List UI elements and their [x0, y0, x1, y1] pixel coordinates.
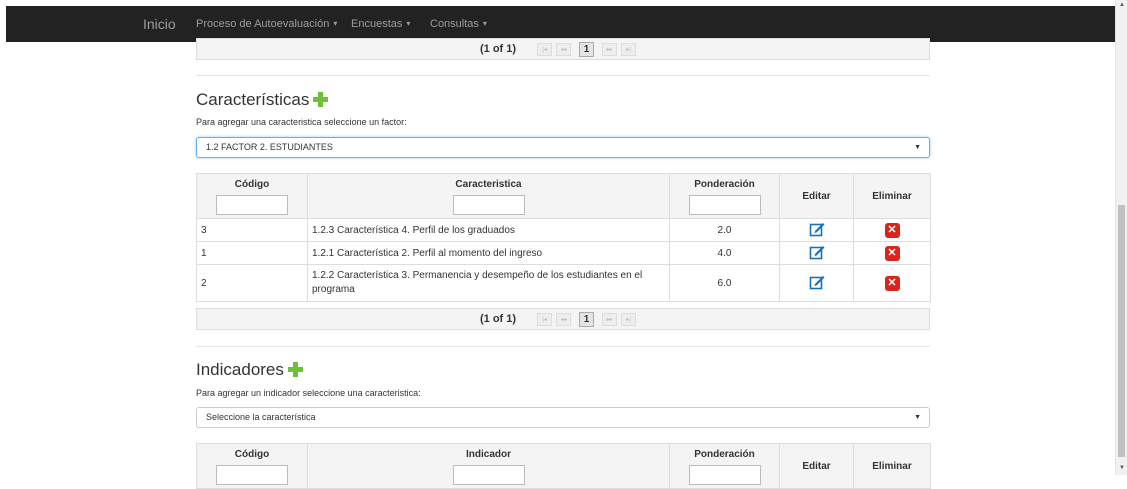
menu-label: Encuestas — [351, 18, 403, 30]
column-header-codigo: Código — [196, 173, 308, 219]
menu-consultas[interactable]: Consultas ▾ — [430, 6, 487, 42]
menu-encuestas[interactable]: Encuestas ▾ — [351, 6, 410, 42]
header-label: Ponderación — [694, 449, 755, 460]
column-header-indicador: Indicador — [307, 443, 670, 489]
header-label: Caracteristica — [455, 179, 522, 190]
last-page-icon[interactable]: ▸| — [621, 312, 637, 326]
dropdown-arrow-icon: ▼ — [914, 144, 921, 151]
edit-icon[interactable] — [809, 274, 825, 290]
section-title-text: Características — [196, 90, 310, 109]
scroll-up-icon[interactable]: ▲ — [1119, 2, 1125, 8]
header-label: Código — [234, 179, 270, 190]
next-page-icon[interactable]: ▸▸ — [602, 312, 618, 326]
table-header-row: Código Caracteristica Ponderación Editar… — [196, 173, 931, 219]
first-page-icon[interactable]: |◂ — [537, 312, 553, 326]
caret-down-icon: ▾ — [482, 19, 487, 29]
caracteristica-select[interactable]: Seleccione la característica ▼ — [196, 407, 930, 428]
cell-editar — [779, 218, 854, 242]
add-indicador-plus-icon[interactable] — [287, 362, 303, 377]
indicador-filter-input[interactable] — [452, 465, 525, 485]
cell-ponderacion: 4.0 — [669, 241, 780, 265]
column-header-editar: Editar — [779, 173, 854, 219]
delete-icon[interactable]: ✕ — [884, 222, 900, 238]
cell-ponderacion: 6.0 — [669, 264, 780, 302]
navbar: Inicio Proceso de Autoevaluación ▾ Encues… — [6, 6, 1115, 42]
section-divider — [196, 346, 930, 347]
cell-codigo: 1 — [196, 241, 308, 265]
page-number-button[interactable]: 1 — [579, 41, 595, 57]
cell-editar — [779, 241, 854, 265]
caret-down-icon: ▾ — [406, 19, 411, 29]
indicadores-heading: Indicadores — [196, 360, 303, 380]
delete-icon[interactable]: ✕ — [884, 275, 900, 291]
dropdown-arrow-icon: ▼ — [914, 414, 921, 421]
menu-label: Consultas — [430, 18, 479, 30]
paginator-status: (1 of 1) — [480, 43, 517, 55]
cell-eliminar: ✕ — [853, 264, 931, 302]
caracteristicas-hint: Para agregar una caracteristica seleccio… — [196, 117, 407, 127]
paginator-status: (1 of 1) — [480, 313, 517, 325]
caracteristicas-table: Código Caracteristica Ponderación Editar… — [196, 173, 931, 302]
ponderacion-filter-input[interactable] — [688, 465, 761, 485]
nav-brand-inicio[interactable]: Inicio — [143, 6, 176, 42]
column-header-editar: Editar — [779, 443, 854, 489]
delete-icon[interactable]: ✕ — [884, 245, 900, 261]
header-label: Ponderación — [694, 179, 755, 190]
table-row[interactable]: 3 1.2.3 Característica 4. Perfil de los … — [196, 218, 931, 242]
cell-eliminar: ✕ — [853, 218, 931, 242]
page-scrollbar[interactable]: ▲ ▼ — [1115, 0, 1127, 475]
table-row[interactable]: 1 1.2.1 Característica 2. Perfil al mome… — [196, 241, 931, 265]
codigo-filter-input[interactable] — [216, 195, 288, 215]
menu-label: Proceso de Autoevaluación — [196, 18, 330, 30]
cell-eliminar: ✕ — [853, 241, 931, 265]
column-header-eliminar: Eliminar — [853, 173, 931, 219]
cell-caracteristica: 1.2.2 Característica 3. Permanencia y de… — [307, 264, 670, 302]
column-header-caracteristica: Caracteristica — [307, 173, 670, 219]
column-header-codigo: Código — [196, 443, 308, 489]
column-header-ponderacion: Ponderación — [669, 443, 780, 489]
add-caracteristica-plus-icon[interactable] — [313, 92, 329, 107]
table-header-row: Código Indicador Ponderación Editar Elim… — [196, 443, 931, 489]
column-header-ponderacion: Ponderación — [669, 173, 780, 219]
scroll-down-icon[interactable]: ▼ — [1119, 465, 1125, 471]
first-page-icon[interactable]: |◂ — [537, 42, 553, 56]
prev-page-icon[interactable]: ◂◂ — [556, 42, 572, 56]
indicadores-hint: Para agregar un indicador seleccione una… — [196, 388, 421, 398]
scrollbar-thumb[interactable] — [1118, 205, 1125, 457]
caracteristica-filter-input[interactable] — [452, 195, 525, 215]
table-row[interactable]: 2 1.2.2 Característica 3. Permanencia y … — [196, 264, 931, 302]
cell-ponderacion: 2.0 — [669, 218, 780, 242]
caracteristicas-heading: Características — [196, 90, 329, 110]
column-header-eliminar: Eliminar — [853, 443, 931, 489]
section-title-text: Indicadores — [196, 360, 284, 379]
cell-codigo: 2 — [196, 264, 308, 302]
factor-select[interactable]: 1.2 FACTOR 2. ESTUDIANTES ▼ — [196, 137, 930, 158]
factor-select-value: 1.2 FACTOR 2. ESTUDIANTES — [206, 142, 333, 152]
edit-icon[interactable] — [809, 244, 825, 260]
edit-icon[interactable] — [809, 221, 825, 237]
indicadores-table: Código Indicador Ponderación Editar Elim… — [196, 443, 931, 489]
cell-caracteristica: 1.2.1 Característica 2. Perfil al moment… — [307, 241, 670, 265]
prev-page-icon[interactable]: ◂◂ — [556, 312, 572, 326]
header-label: Indicador — [465, 449, 511, 460]
codigo-filter-input[interactable] — [216, 465, 288, 485]
header-label: Código — [234, 449, 270, 460]
menu-proceso-autoevaluacion[interactable]: Proceso de Autoevaluación ▾ — [196, 6, 337, 42]
cell-editar — [779, 264, 854, 302]
next-page-icon[interactable]: ▸▸ — [602, 42, 618, 56]
caracteristica-select-value: Seleccione la característica — [206, 412, 316, 422]
cell-caracteristica: 1.2.3 Característica 4. Perfil de los gr… — [307, 218, 670, 242]
top-paginator: (1 of 1) |◂ ◂◂ 1 ▸▸ ▸| — [196, 38, 930, 60]
ponderacion-filter-input[interactable] — [688, 195, 761, 215]
cell-codigo: 3 — [196, 218, 308, 242]
last-page-icon[interactable]: ▸| — [621, 42, 637, 56]
caracteristicas-paginator: (1 of 1) |◂ ◂◂ 1 ▸▸ ▸| — [196, 308, 930, 330]
section-divider — [196, 75, 930, 76]
caret-down-icon: ▾ — [333, 19, 338, 29]
page-number-button[interactable]: 1 — [579, 311, 595, 327]
